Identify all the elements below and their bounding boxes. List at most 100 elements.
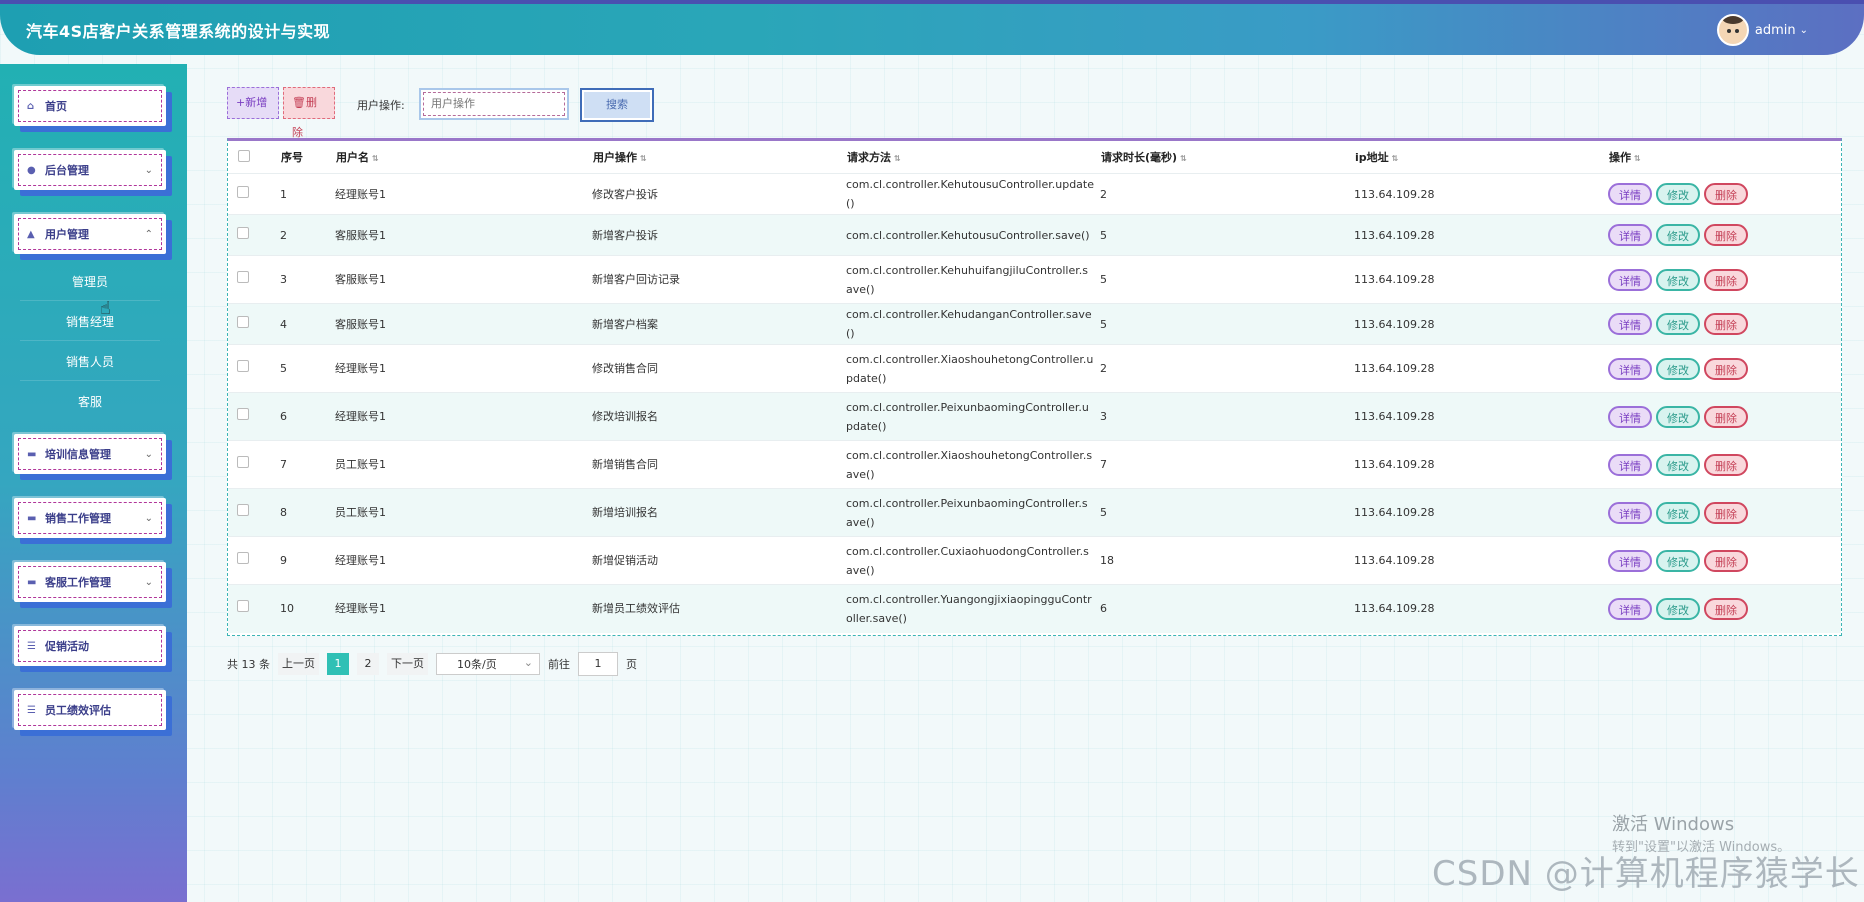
sidebar-item-service-work[interactable]: ▬ 客服工作管理 ⌄	[14, 562, 166, 602]
row-checkbox[interactable]	[237, 600, 249, 613]
detail-button[interactable]: 详情	[1608, 405, 1652, 428]
row-delete-button[interactable]: 删除	[1704, 453, 1748, 476]
chevron-up-icon: ⌃	[144, 228, 153, 240]
detail-button[interactable]: 详情	[1608, 597, 1652, 620]
sidebar-subitem-admin[interactable]: 管理员	[20, 264, 160, 301]
next-page-button[interactable]: 下一页	[387, 653, 428, 675]
edit-button[interactable]: 修改	[1656, 268, 1700, 291]
cell-operation: 修改销售合同	[592, 344, 846, 393]
add-button[interactable]: +新增	[227, 87, 279, 119]
row-delete-button[interactable]: 删除	[1704, 183, 1748, 205]
search-label: 用户操作:	[357, 99, 405, 112]
cell-actions: 详情 修改 删除	[1608, 344, 1841, 393]
cell-method: com.cl.controller.KehudanganController.s…	[846, 303, 1100, 345]
sidebar-item-sales-work[interactable]: ▬ 销售工作管理 ⌄	[14, 498, 166, 538]
cell-duration: 5	[1100, 303, 1354, 345]
detail-button[interactable]: 详情	[1608, 224, 1652, 246]
column-header-label: 操作	[1609, 151, 1631, 164]
row-checkbox[interactable]	[237, 185, 249, 198]
column-header[interactable]: 用户操作 ⇅	[592, 141, 846, 174]
edit-button[interactable]: 修改	[1656, 405, 1700, 428]
page-size-select[interactable]: 10条/页	[436, 652, 540, 675]
column-header[interactable]: ip地址 ⇅	[1354, 141, 1608, 174]
column-header[interactable]: 请求方法 ⇅	[846, 141, 1100, 174]
sort-icon[interactable]: ⇅	[894, 154, 901, 163]
cell-actions: 详情 修改 删除	[1608, 173, 1841, 215]
row-checkbox[interactable]	[237, 408, 249, 420]
row-delete-button[interactable]: 删除	[1704, 597, 1748, 620]
goto-page-input[interactable]: 1	[578, 652, 618, 676]
detail-button[interactable]: 详情	[1608, 501, 1652, 524]
detail-button[interactable]: 详情	[1608, 313, 1652, 335]
cell-username: 经理账号1	[335, 173, 592, 215]
search-button[interactable]: 搜索	[580, 88, 654, 122]
cell-actions: 详情 修改 删除	[1608, 488, 1841, 537]
row-checkbox[interactable]	[237, 226, 249, 239]
row-delete-button[interactable]: 删除	[1704, 501, 1748, 524]
page-number-1[interactable]: 1	[327, 653, 349, 675]
row-checkbox[interactable]	[237, 360, 249, 372]
select-all-checkbox[interactable]	[238, 149, 250, 162]
sidebar-subitem-salesperson[interactable]: 销售人员	[20, 344, 160, 381]
sidebar-subitem-sales-manager[interactable]: 销售经理	[20, 304, 160, 341]
sidebar-item-home[interactable]: ⌂ 首页	[14, 86, 166, 126]
delete-button[interactable]: 🗑删除	[283, 87, 335, 139]
prev-page-button[interactable]: 上一页	[278, 653, 319, 675]
cell-no: 1	[280, 173, 335, 215]
edit-button[interactable]: 修改	[1656, 313, 1700, 335]
edit-button[interactable]: 修改	[1656, 597, 1700, 620]
column-header[interactable]: 请求时长(毫秒) ⇅	[1100, 141, 1354, 174]
sort-icon[interactable]: ⇅	[1392, 154, 1399, 163]
row-checkbox[interactable]	[237, 456, 249, 468]
detail-button[interactable]: 详情	[1608, 453, 1652, 476]
cell-username: 经理账号1	[335, 584, 592, 633]
cell-operation: 新增促销活动	[592, 536, 846, 585]
sidebar-item-admin[interactable]: ● 后台管理 ⌄	[14, 150, 166, 190]
edit-button[interactable]: 修改	[1656, 224, 1700, 246]
sidebar-item-user-management[interactable]: ▲ 用户管理 ⌃	[14, 214, 166, 254]
row-delete-button[interactable]: 删除	[1704, 405, 1748, 428]
search-input[interactable]	[419, 88, 569, 120]
top-header-bar: 汽车4S店客户关系管理系统的设计与实现 admin ⌄	[0, 0, 1864, 55]
list-icon: ☰	[27, 704, 36, 716]
column-header[interactable]: 操作 ⇅	[1608, 141, 1841, 174]
row-delete-button[interactable]: 删除	[1704, 313, 1748, 335]
cell-ip: 113.64.109.28	[1354, 344, 1608, 393]
table-row: 9 经理账号1 新增促销活动 com.cl.controller.Cuxiaohuod…	[228, 536, 1841, 585]
detail-button[interactable]: 详情	[1608, 357, 1652, 380]
sidebar-item-promotion[interactable]: ☰ 促销活动	[14, 626, 166, 666]
sort-icon[interactable]: ⇅	[372, 154, 379, 163]
user-menu[interactable]: admin ⌄	[1716, 14, 1808, 46]
edit-button[interactable]: 修改	[1656, 183, 1700, 205]
detail-button[interactable]: 详情	[1608, 549, 1652, 572]
sort-icon[interactable]: ⇅	[640, 154, 647, 163]
cell-duration: 7	[1100, 440, 1354, 489]
sort-icon[interactable]: ⇅	[1180, 154, 1187, 163]
cell-method: com.cl.controller.YuangongjixiaopingguCo…	[846, 584, 1100, 633]
trash-icon: 🗑	[292, 96, 306, 109]
detail-button[interactable]: 详情	[1608, 183, 1652, 205]
edit-button[interactable]: 修改	[1656, 357, 1700, 380]
cell-duration: 2	[1100, 344, 1354, 393]
sort-icon[interactable]: ⇅	[1634, 154, 1641, 163]
sidebar-item-training[interactable]: ▬ 培训信息管理 ⌄	[14, 434, 166, 474]
row-checkbox[interactable]	[237, 552, 249, 564]
chevron-down-icon: ⌄	[1799, 24, 1808, 36]
row-delete-button[interactable]: 删除	[1704, 549, 1748, 572]
log-table: 序号 用户名 ⇅ 用户操作 ⇅ 请求方法 ⇅ 请求时长(毫秒) ⇅ ip地址 ⇅ 操作 ⇅ …	[227, 138, 1842, 636]
edit-button[interactable]: 修改	[1656, 549, 1700, 572]
sidebar-item-performance[interactable]: ☰ 员工绩效评估	[14, 690, 166, 730]
column-header[interactable]: 用户名 ⇅	[335, 141, 592, 174]
row-checkbox[interactable]	[237, 504, 249, 516]
edit-button[interactable]: 修改	[1656, 501, 1700, 524]
page-number-2[interactable]: 2	[357, 653, 379, 675]
row-delete-button[interactable]: 删除	[1704, 224, 1748, 246]
row-delete-button[interactable]: 删除	[1704, 357, 1748, 380]
row-checkbox[interactable]	[237, 271, 249, 283]
edit-button[interactable]: 修改	[1656, 453, 1700, 476]
row-checkbox[interactable]	[237, 315, 249, 328]
sidebar-subitem-customer-service[interactable]: 客服	[20, 384, 160, 420]
row-delete-button[interactable]: 删除	[1704, 268, 1748, 291]
cell-method: com.cl.controller.XiaoshouhetongControll…	[846, 440, 1100, 489]
detail-button[interactable]: 详情	[1608, 268, 1652, 291]
